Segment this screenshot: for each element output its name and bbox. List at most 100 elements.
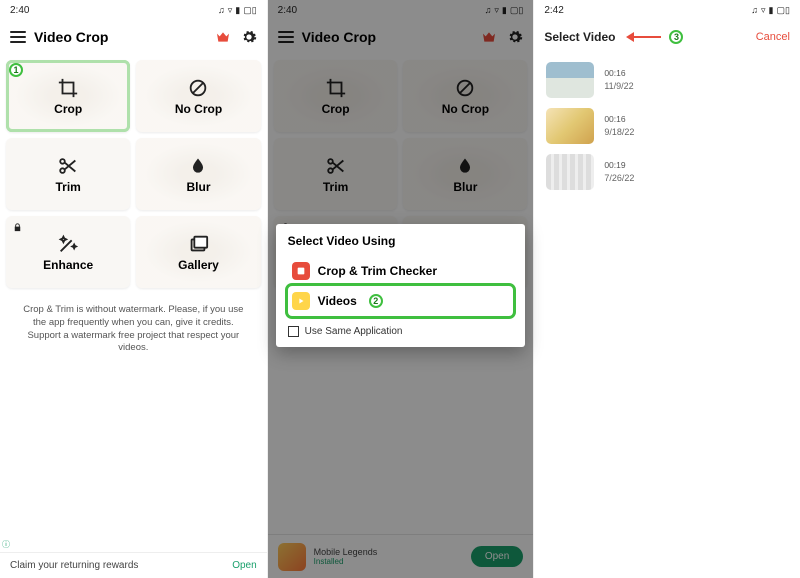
status-bar: 2:42 ♫ ▿ ▮ ▢▯ [534,0,800,20]
headset-icon: ♫ [485,5,492,15]
video-meta: 00:16 9/18/22 [604,114,634,138]
wifi-icon: ▿ [494,5,499,16]
headset-icon: ♫ [751,5,758,15]
tile-trim-label: Trim [323,180,348,194]
video-duration: 00:16 [604,68,633,80]
app-header: Video Crop [0,20,267,54]
scissors-icon [325,155,347,177]
signal-icon: ▮ [235,5,240,16]
gallery-icon [187,233,209,255]
blur-icon [454,155,476,177]
ban-icon [454,77,476,99]
tile-crop-label: Crop [54,102,82,116]
app-videos-icon [292,292,310,310]
ad-app-icon [278,543,306,571]
panel-1: 2:40 ♫ ▿ ▮ ▢▯ Video Crop 1 [0,0,267,578]
ad-open-button[interactable]: Open [232,560,256,571]
tile-nocrop-label: No Crop [175,102,222,116]
status-time: 2:40 [10,5,29,16]
video-item[interactable]: 00:19 7/26/22 [546,154,788,190]
tile-trim-label: Trim [55,180,80,194]
video-date: 11/9/22 [604,80,633,93]
gallery-title: Select Video [544,30,615,44]
callout-badge-1: 1 [9,63,23,77]
settings-icon[interactable] [241,29,257,45]
ad-app-status: Installed [314,557,463,566]
ad-info-icon[interactable]: ⓘ [2,539,10,550]
callout-badge-2: 2 [369,294,383,308]
video-item[interactable]: 00:16 9/18/22 [546,108,788,144]
tile-blur-label: Blur [453,180,477,194]
crop-icon [57,77,79,99]
status-icons: ♫ ▿ ▮ ▢▯ [218,5,257,16]
cancel-button[interactable]: Cancel [756,31,790,43]
wifi-icon: ▿ [228,5,233,16]
scissors-icon [57,155,79,177]
video-thumbnail [546,108,594,144]
tile-gallery[interactable]: Gallery [136,216,260,288]
battery-icon: ▢▯ [777,5,790,16]
headset-icon: ♫ [218,5,225,15]
ad-bar[interactable]: Claim your returning rewards Open [0,552,267,578]
status-time: 2:42 [544,5,563,16]
app-crop-trim-icon [292,262,310,280]
video-date: 9/18/22 [604,126,634,139]
app-header: Video Crop [268,20,534,54]
arrow-left-icon [627,31,661,43]
tile-blur[interactable]: Blur [136,138,260,210]
tile-blur-label: Blur [186,180,210,194]
tile-trim[interactable]: Trim [274,138,398,210]
options-grid-wrap: 1 Crop No Crop [0,54,267,294]
wifi-icon: ▿ [761,5,766,16]
crown-icon[interactable] [481,29,497,45]
dialog-option-videos-label: Videos [318,294,357,308]
video-duration: 00:19 [604,160,634,172]
status-icons: ♫ ▿ ▮ ▢▯ [485,5,524,16]
ad-open-button[interactable]: Open [471,546,523,567]
panel-2: 2:40 ♫ ▿ ▮ ▢▯ Video Crop Crop [267,0,534,578]
tile-enhance[interactable]: Enhance [6,216,130,288]
status-bar: 2:40 ♫ ▿ ▮ ▢▯ [268,0,534,20]
video-thumbnail [546,154,594,190]
video-list: 00:16 11/9/22 00:16 9/18/22 00:19 7/26/2… [534,54,800,198]
battery-icon: ▢▯ [243,5,256,16]
video-item[interactable]: 00:16 11/9/22 [546,62,788,98]
crown-icon[interactable] [215,29,231,45]
video-meta: 00:19 7/26/22 [604,160,634,184]
tile-gallery-label: Gallery [178,258,219,272]
dialog-option-videos[interactable]: Videos 2 [288,286,514,316]
tile-crop[interactable]: 1 Crop [6,60,130,132]
settings-icon[interactable] [507,29,523,45]
crop-icon [325,77,347,99]
ad-app-name: Mobile Legends [314,547,463,557]
callout-badge-3: 3 [669,30,683,44]
tile-blur[interactable]: Blur [403,138,527,210]
status-bar: 2:40 ♫ ▿ ▮ ▢▯ [0,0,267,20]
ad-banner[interactable]: Mobile Legends Installed Open [268,534,534,578]
tile-nocrop-label: No Crop [442,102,489,116]
battery-icon: ▢▯ [510,5,523,16]
tile-crop[interactable]: Crop [274,60,398,132]
use-same-checkbox[interactable] [288,326,299,337]
menu-icon[interactable] [278,31,294,43]
ad-meta: Mobile Legends Installed [314,547,463,566]
video-duration: 00:16 [604,114,634,126]
signal-icon: ▮ [769,5,774,16]
dialog-option-crop-trim-label: Crop & Trim Checker [318,264,437,278]
use-same-row[interactable]: Use Same Application [288,326,514,337]
tile-trim[interactable]: Trim [6,138,130,210]
ad-text: Claim your returning rewards [10,560,138,571]
tile-nocrop[interactable]: No Crop [403,60,527,132]
menu-icon[interactable] [10,31,26,43]
blur-icon [187,155,209,177]
video-thumbnail [546,62,594,98]
dialog-option-crop-trim[interactable]: Crop & Trim Checker [288,256,514,286]
app-title: Video Crop [302,29,474,45]
status-icons: ♫ ▿ ▮ ▢▯ [751,5,790,16]
tile-nocrop[interactable]: No Crop [136,60,260,132]
signal-icon: ▮ [502,5,507,16]
use-same-label: Use Same Application [305,326,403,337]
dialog-title: Select Video Using [288,234,514,248]
ban-icon [187,77,209,99]
app-title: Video Crop [34,29,207,45]
